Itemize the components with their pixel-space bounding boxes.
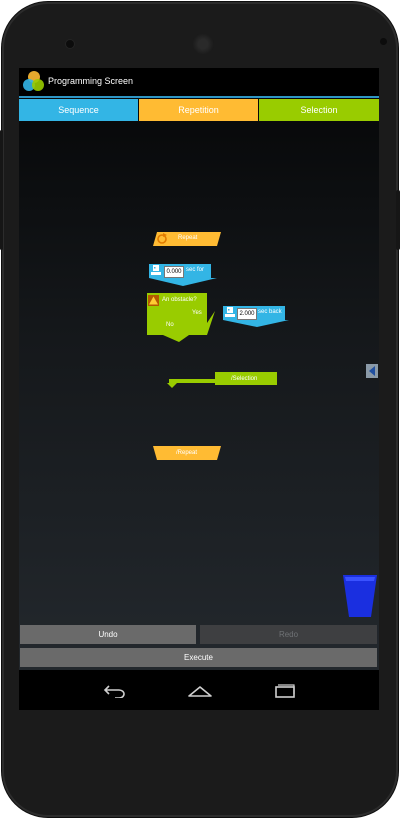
tab-sequence[interactable]: Sequence xyxy=(19,99,138,121)
selection-end-label: /Selection xyxy=(231,376,258,382)
repeat-end-label: /Repeat xyxy=(176,450,198,456)
selection-no-label: No xyxy=(166,322,174,328)
move-back-block[interactable]: 2.000 sec back xyxy=(223,306,289,328)
drawer-arrow-icon[interactable] xyxy=(366,364,378,378)
robot-icon xyxy=(151,265,161,275)
selection-block[interactable]: An obstacle? Yes No xyxy=(145,293,215,343)
recents-icon[interactable] xyxy=(274,684,296,698)
undo-button[interactable]: Undo xyxy=(20,625,196,644)
selection-condition: An obstacle? xyxy=(162,297,197,303)
selection-yes-label: Yes xyxy=(192,310,202,316)
app-logo-icon xyxy=(23,71,45,93)
trash-icon[interactable] xyxy=(343,575,377,617)
front-camera xyxy=(66,40,74,48)
back-icon[interactable] xyxy=(103,684,127,698)
home-icon[interactable] xyxy=(187,684,213,698)
robot-icon xyxy=(225,307,235,317)
volume-button xyxy=(0,130,3,250)
move-forward-block[interactable]: 0.000 sec for xyxy=(149,264,217,286)
redo-button[interactable]: Redo xyxy=(200,625,377,644)
repeat-start-label: Repeat xyxy=(178,235,198,241)
execute-button[interactable]: Execute xyxy=(20,648,377,667)
screen: Programming Screen Sequence Repetition S… xyxy=(19,68,379,670)
power-button xyxy=(396,190,400,250)
back-seconds-label: sec back xyxy=(258,309,282,315)
tab-repetition[interactable]: Repetition xyxy=(139,99,258,121)
proximity-sensor xyxy=(380,38,387,45)
repeat-icon xyxy=(157,233,167,244)
navigation-bar xyxy=(19,670,379,710)
tab-selection[interactable]: Selection xyxy=(259,99,379,121)
forward-seconds-label: sec for xyxy=(186,267,205,273)
selection-end-block[interactable]: /Selection xyxy=(163,372,279,388)
back-seconds-input[interactable]: 2.000 xyxy=(237,308,257,320)
action-bar: Programming Screen xyxy=(19,68,379,98)
app-title: Programming Screen xyxy=(48,76,134,86)
repeat-end-block[interactable]: /Repeat xyxy=(153,446,223,460)
earpiece-speaker xyxy=(192,33,214,55)
repeat-start-block[interactable]: Repeat xyxy=(153,232,223,246)
warning-icon xyxy=(148,295,159,306)
forward-seconds-input[interactable]: 0.000 xyxy=(164,266,184,278)
